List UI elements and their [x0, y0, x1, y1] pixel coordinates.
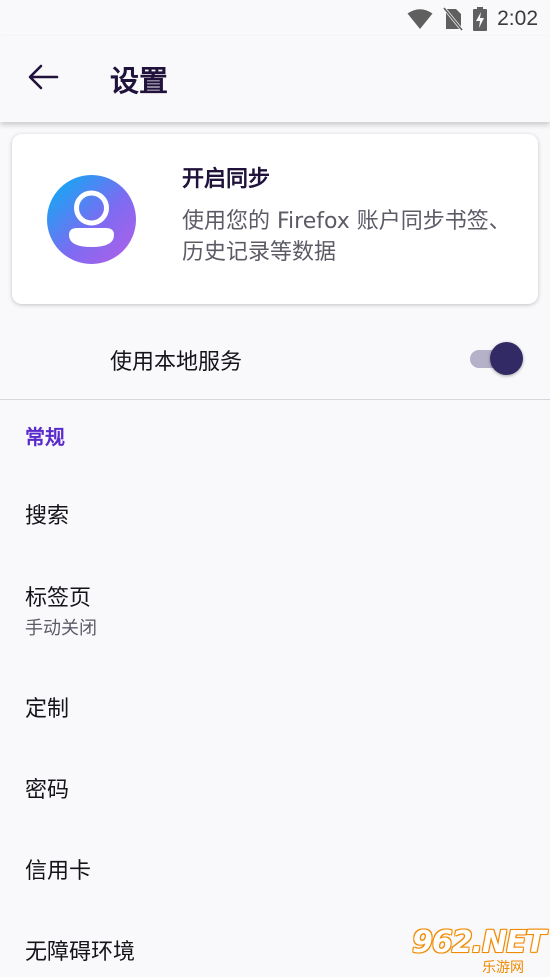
settings-item-passwords[interactable]: 密码 [25, 772, 69, 804]
watermark-sub-text: 乐游网 [482, 960, 524, 976]
settings-item-credit-cards[interactable]: 信用卡 [25, 853, 91, 885]
settings-item-customize[interactable]: 定制 [25, 691, 69, 723]
local-service-row[interactable]: 使用本地服务 [0, 324, 550, 394]
sync-title: 开启同步 [182, 167, 271, 192]
back-button[interactable] [20, 56, 66, 102]
local-service-label: 使用本地服务 [110, 350, 243, 375]
status-icons: 2:02 [407, 6, 538, 32]
settings-item-tabs-sublabel: 手动关闭 [25, 618, 97, 639]
battery-charging-icon [473, 7, 488, 31]
sync-description: 使用您的 Firefox 账户同步书签、历史记录等数据 [182, 209, 511, 265]
local-service-toggle[interactable] [470, 342, 524, 375]
no-sim-icon [443, 7, 464, 31]
section-header-general: 常规 [25, 425, 65, 449]
watermark-logo-text: 962.NET [412, 925, 546, 960]
app-bar: 设置 [0, 36, 550, 122]
account-avatar-icon [47, 175, 136, 264]
status-bar: 2:02 [0, 0, 550, 36]
settings-item-accessibility[interactable]: 无障碍环境 [25, 934, 135, 966]
divider [0, 399, 550, 400]
wifi-icon [407, 8, 433, 30]
toggle-thumb [490, 342, 523, 375]
arrow-left-icon [27, 64, 59, 94]
status-time: 2:02 [497, 7, 538, 30]
settings-item-tabs[interactable]: 标签页 [25, 580, 91, 612]
sync-card[interactable]: 开启同步 使用您的 Firefox 账户同步书签、历史记录等数据 [12, 134, 538, 304]
site-watermark: 962.NET 乐游网 [412, 925, 546, 976]
settings-item-search[interactable]: 搜索 [25, 498, 69, 530]
page-title: 设置 [110, 64, 169, 98]
